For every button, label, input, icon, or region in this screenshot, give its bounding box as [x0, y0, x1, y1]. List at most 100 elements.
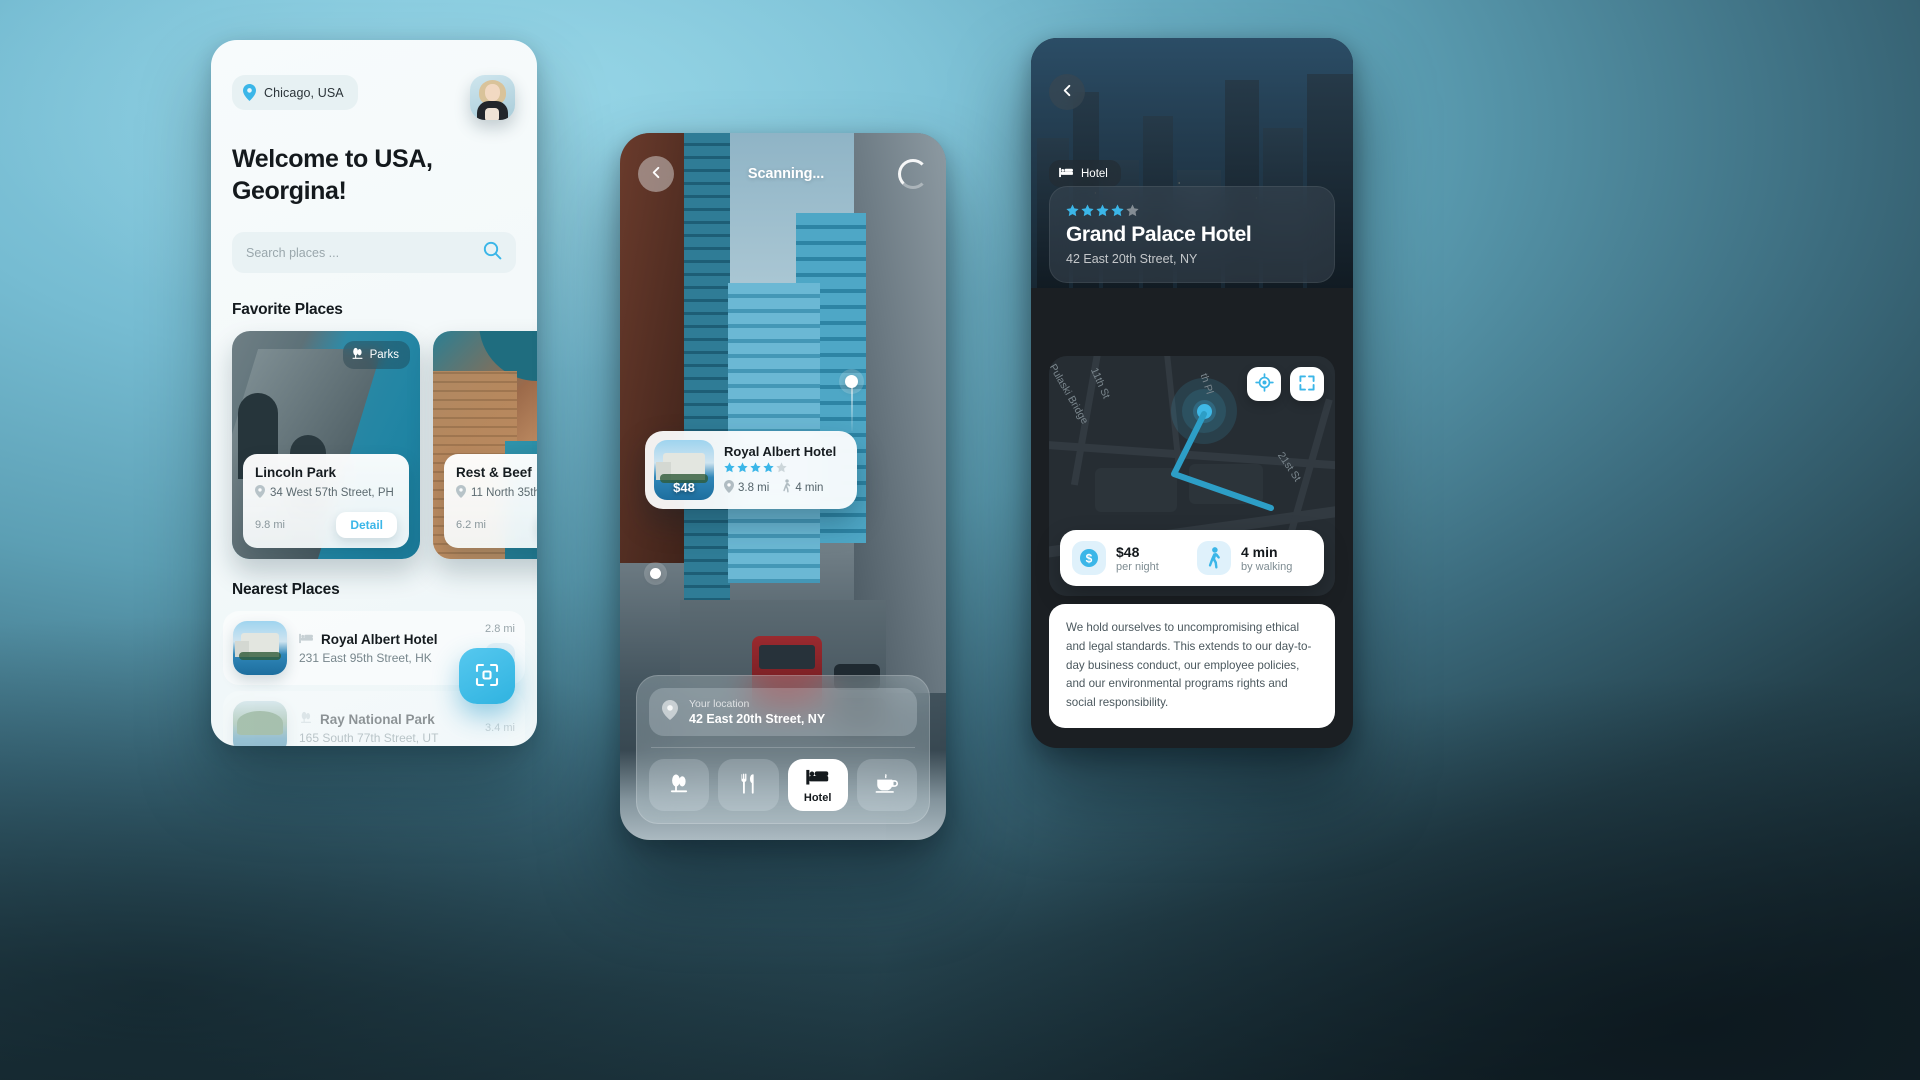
place-thumbnail — [233, 621, 287, 675]
walk-info: 4 min by walking — [1197, 541, 1312, 575]
your-location-value: 42 East 20th Street, NY — [689, 712, 826, 726]
your-location-label: Your location — [689, 698, 750, 710]
home-header: Chicago, USA — [211, 40, 537, 120]
location-chip[interactable]: Chicago, USA — [232, 75, 358, 110]
hotel-description: We hold ourselves to uncompromising ethi… — [1049, 604, 1335, 728]
hotel-address: 42 East 20th Street, NY — [1066, 252, 1198, 266]
place-name: Lincoln Park — [255, 465, 337, 480]
distance-value: 3.8 mi — [738, 481, 770, 494]
qr-scan-icon — [474, 662, 500, 691]
favorite-places-title: Favorite Places — [232, 301, 343, 318]
place-name: Rest & Beef — [456, 465, 532, 480]
star-filled-icon — [1096, 204, 1109, 217]
restaurant-icon — [738, 773, 758, 797]
hotel-bed-icon — [1059, 166, 1074, 181]
hotel-bed-icon — [299, 632, 314, 647]
hotel-name: Royal Albert Hotel — [724, 444, 837, 459]
tab-restaurants[interactable] — [718, 759, 779, 811]
place-name-row: Royal Albert Hotel — [299, 632, 473, 647]
expand-button[interactable] — [1290, 367, 1324, 401]
back-button[interactable] — [638, 156, 674, 192]
star-filled-icon — [1111, 204, 1124, 217]
tab-cafe[interactable] — [856, 759, 917, 811]
scan-connector-line — [851, 381, 853, 431]
star-filled-icon — [724, 462, 735, 473]
detail-button[interactable]: Detail — [336, 512, 397, 538]
phone-home-screen: Chicago, USA Welcome to USA, Georgina! S… — [211, 40, 537, 746]
map-pin-icon — [456, 485, 466, 501]
walk-time-value: 4 min — [1241, 543, 1278, 560]
rating-stars — [724, 462, 848, 473]
walk-time-meta: 4 min — [782, 479, 823, 496]
back-button[interactable] — [1049, 74, 1085, 110]
favorite-card-info: Rest & Beef 11 North 35th Street, CA 6.2… — [444, 454, 537, 548]
star-filled-icon — [750, 462, 761, 473]
hotel-title: Grand Palace Hotel — [1066, 223, 1252, 246]
chevron-left-icon — [649, 165, 664, 183]
search-icon[interactable] — [483, 241, 502, 265]
map-pin-icon — [724, 479, 734, 496]
panel-divider — [651, 747, 915, 748]
qr-scan-button[interactable] — [459, 648, 515, 704]
scanning-header: Scanning... — [620, 133, 946, 215]
scan-point-secondary — [650, 568, 661, 579]
price-info: $ $48 per night — [1072, 541, 1187, 575]
dollar-coin-icon: $ — [1072, 541, 1106, 575]
park-icon — [299, 711, 313, 727]
map-pin-icon — [662, 699, 678, 725]
phone-scanning-screen: Scanning... $48 Royal Albert Hotel 3.8 m… — [620, 133, 946, 840]
place-address: 11 North 35th Street, CA — [471, 487, 537, 499]
category-chip: Parks — [342, 341, 410, 369]
favorite-card-info: Lincoln Park 34 West 57th Street, PH 9.8… — [243, 454, 409, 548]
favorite-card-rest-and-beef[interactable]: Rest & Beef 11 North 35th Street, CA 6.2… — [433, 331, 537, 559]
star-filled-icon — [1081, 204, 1094, 217]
scan-point-primary — [845, 375, 858, 388]
tab-parks[interactable] — [649, 759, 710, 811]
status-badge: Hotel — [1049, 160, 1121, 187]
favorite-card-lincoln-park[interactable]: Parks Lincoln Park 34 West 57th Street, … — [232, 331, 420, 559]
coffee-cup-icon — [875, 773, 899, 797]
place-name: Royal Albert Hotel — [321, 631, 438, 647]
walking-icon — [1197, 541, 1231, 575]
expand-fullscreen-icon — [1298, 374, 1316, 395]
rating-stars — [1066, 204, 1318, 217]
search-input[interactable]: Search places ... — [232, 232, 516, 273]
map-pin-icon — [243, 84, 256, 101]
place-name: Ray National Park — [320, 711, 435, 727]
place-distance: 6.2 mi — [456, 519, 486, 531]
tab-hotel[interactable]: Hotel — [787, 759, 848, 811]
walk-time-label: by walking — [1241, 560, 1293, 573]
distance-meta: 3.8 mi — [724, 479, 770, 496]
place-name-row: Ray National Park — [299, 711, 473, 727]
search-placeholder: Search places ... — [246, 245, 340, 260]
welcome-line-1: Welcome to USA, — [232, 145, 433, 173]
map-controls — [1247, 367, 1324, 401]
place-thumbnail — [233, 701, 287, 746]
map-pin-icon — [255, 485, 265, 501]
star-empty-icon — [776, 462, 787, 473]
hotel-bed-icon — [805, 767, 830, 789]
place-address: 165 South 77th Street, UT — [299, 731, 439, 745]
place-distance: 3.4 mi — [485, 722, 515, 734]
walk-time-value: 4 min — [795, 481, 824, 494]
scanning-title: Scanning... — [747, 166, 825, 182]
loading-spinner-icon — [898, 159, 928, 189]
category-chip-label: Parks — [369, 349, 399, 361]
location-chip-label: Chicago, USA — [264, 85, 344, 100]
scan-result-popup[interactable]: $48 Royal Albert Hotel 3.8 mi 4 min — [645, 431, 857, 509]
status-badge-label: Hotel — [1081, 167, 1108, 180]
place-address: 34 West 57th Street, PH — [270, 487, 394, 499]
category-tabs: Hotel — [649, 759, 917, 811]
page-title: Welcome to USA, Georgina! — [232, 144, 516, 207]
place-address: 231 East 95th Street, HK — [299, 650, 432, 665]
hotel-thumbnail: $48 — [654, 440, 714, 500]
star-filled-icon — [1066, 204, 1079, 217]
price-tag: $48 — [673, 480, 695, 495]
avatar[interactable] — [470, 75, 515, 120]
place-address-row: 34 West 57th Street, PH — [255, 485, 397, 501]
price-label: per night — [1116, 560, 1159, 573]
locate-button[interactable] — [1247, 367, 1281, 401]
park-icon — [351, 347, 364, 363]
your-location-field[interactable]: Your location 42 East 20th Street, NY — [649, 688, 917, 736]
star-empty-icon — [1126, 204, 1139, 217]
